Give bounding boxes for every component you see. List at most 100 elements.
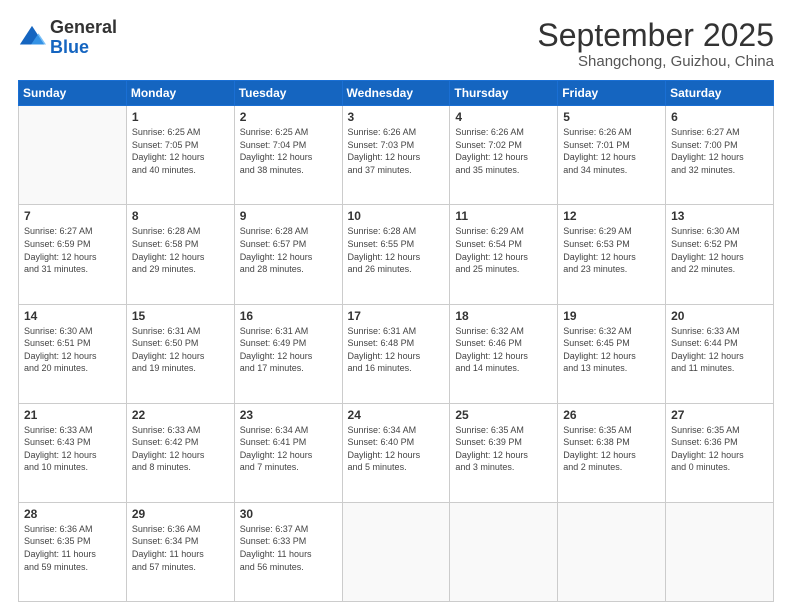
calendar-cell: 8Sunrise: 6:28 AM Sunset: 6:58 PM Daylig…: [126, 205, 234, 304]
day-number: 2: [240, 110, 337, 124]
day-number: 29: [132, 507, 229, 521]
calendar-cell: 29 Sunrise: 6:36 AM Sunset: 6:34 PM Dayli…: [126, 502, 234, 601]
day-info: Sunrise: 6:36 AM Sunset: 6:35 PM Dayligh…: [24, 523, 121, 573]
day-info: Sunrise: 6:31 AM Sunset: 6:48 PM Dayligh…: [348, 325, 445, 375]
day-number: 18: [455, 309, 552, 323]
calendar-cell: 25 Sunrise: 6:35 AM Sunset: 6:39 PM Dayli…: [450, 403, 558, 502]
month-title: September 2025: [537, 18, 774, 53]
calendar-cell: 26Sunrise: 6:35 AM Sunset: 6:38 PM Dayli…: [558, 403, 666, 502]
calendar-header-row: SundayMondayTuesdayWednesdayThursdayFrid…: [19, 81, 774, 106]
day-info: Sunrise: 6:31 AM Sunset: 6:49 PM Dayligh…: [240, 325, 337, 375]
day-info: Sunrise: 6:33 AM Sunset: 6:44 PM Dayligh…: [671, 325, 768, 375]
day-info: Sunrise: 6:28 AM Sunset: 6:55 PM Dayligh…: [348, 225, 445, 275]
weekday-header-friday: Friday: [558, 81, 666, 106]
calendar-cell: 27Sunrise: 6:35 AM Sunset: 6:36 PM Dayli…: [666, 403, 774, 502]
day-number: 7: [24, 209, 121, 223]
calendar-cell: 10 Sunrise: 6:28 AM Sunset: 6:55 PM Dayli…: [342, 205, 450, 304]
day-number: 12: [563, 209, 660, 223]
day-info: Sunrise: 6:32 AM Sunset: 6:45 PM Dayligh…: [563, 325, 660, 375]
calendar-table: SundayMondayTuesdayWednesdayThursdayFrid…: [18, 80, 774, 602]
calendar-cell: 16 Sunrise: 6:31 AM Sunset: 6:49 PM Dayli…: [234, 304, 342, 403]
calendar-cell: 1 Sunrise: 6:25 AM Sunset: 7:05 PM Daylig…: [126, 106, 234, 205]
calendar-cell: 15 Sunrise: 6:31 AM Sunset: 6:50 PM Dayli…: [126, 304, 234, 403]
day-info: Sunrise: 6:26 AM Sunset: 7:01 PM Dayligh…: [563, 126, 660, 176]
calendar-cell: 20Sunrise: 6:33 AM Sunset: 6:44 PM Dayli…: [666, 304, 774, 403]
calendar-cell: 22 Sunrise: 6:33 AM Sunset: 6:42 PM Dayli…: [126, 403, 234, 502]
day-info: Sunrise: 6:36 AM Sunset: 6:34 PM Dayligh…: [132, 523, 229, 573]
calendar-cell: 17 Sunrise: 6:31 AM Sunset: 6:48 PM Dayli…: [342, 304, 450, 403]
day-number: 6: [671, 110, 768, 124]
calendar-cell: [666, 502, 774, 601]
day-info: Sunrise: 6:25 AM Sunset: 7:04 PM Dayligh…: [240, 126, 337, 176]
calendar-cell: 19 Sunrise: 6:32 AM Sunset: 6:45 PM Dayli…: [558, 304, 666, 403]
day-number: 19: [563, 309, 660, 323]
calendar-cell: 24 Sunrise: 6:34 AM Sunset: 6:40 PM Dayli…: [342, 403, 450, 502]
calendar-cell: 30 Sunrise: 6:37 AM Sunset: 6:33 PM Dayli…: [234, 502, 342, 601]
calendar-cell: [450, 502, 558, 601]
day-number: 4: [455, 110, 552, 124]
title-block: September 2025 Shangchong, Guizhou, Chin…: [537, 18, 774, 70]
calendar-cell: 9 Sunrise: 6:28 AM Sunset: 6:57 PM Daylig…: [234, 205, 342, 304]
day-info: Sunrise: 6:27 AM Sunset: 6:59 PM Dayligh…: [24, 225, 121, 275]
logo-icon: [18, 24, 46, 52]
day-number: 3: [348, 110, 445, 124]
weekday-header-thursday: Thursday: [450, 81, 558, 106]
day-number: 26: [563, 408, 660, 422]
calendar-cell: 12Sunrise: 6:29 AM Sunset: 6:53 PM Dayli…: [558, 205, 666, 304]
day-info: Sunrise: 6:34 AM Sunset: 6:41 PM Dayligh…: [240, 424, 337, 474]
day-info: Sunrise: 6:33 AM Sunset: 6:42 PM Dayligh…: [132, 424, 229, 474]
day-number: 24: [348, 408, 445, 422]
day-info: Sunrise: 6:28 AM Sunset: 6:57 PM Dayligh…: [240, 225, 337, 275]
day-info: Sunrise: 6:30 AM Sunset: 6:51 PM Dayligh…: [24, 325, 121, 375]
day-info: Sunrise: 6:33 AM Sunset: 6:43 PM Dayligh…: [24, 424, 121, 474]
day-info: Sunrise: 6:30 AM Sunset: 6:52 PM Dayligh…: [671, 225, 768, 275]
day-number: 1: [132, 110, 229, 124]
page: General Blue September 2025 Shangchong, …: [0, 0, 792, 612]
calendar-cell: [558, 502, 666, 601]
day-number: 25: [455, 408, 552, 422]
day-info: Sunrise: 6:32 AM Sunset: 6:46 PM Dayligh…: [455, 325, 552, 375]
day-info: Sunrise: 6:34 AM Sunset: 6:40 PM Dayligh…: [348, 424, 445, 474]
day-number: 10: [348, 209, 445, 223]
day-info: Sunrise: 6:35 AM Sunset: 6:39 PM Dayligh…: [455, 424, 552, 474]
calendar-week-row: 28 Sunrise: 6:36 AM Sunset: 6:35 PM Dayli…: [19, 502, 774, 601]
calendar-cell: 3 Sunrise: 6:26 AM Sunset: 7:03 PM Daylig…: [342, 106, 450, 205]
day-number: 9: [240, 209, 337, 223]
day-info: Sunrise: 6:27 AM Sunset: 7:00 PM Dayligh…: [671, 126, 768, 176]
weekday-header-sunday: Sunday: [19, 81, 127, 106]
calendar-cell: 14 Sunrise: 6:30 AM Sunset: 6:51 PM Dayli…: [19, 304, 127, 403]
calendar-cell: 18 Sunrise: 6:32 AM Sunset: 6:46 PM Dayli…: [450, 304, 558, 403]
calendar-cell: 28 Sunrise: 6:36 AM Sunset: 6:35 PM Dayli…: [19, 502, 127, 601]
day-number: 17: [348, 309, 445, 323]
day-number: 28: [24, 507, 121, 521]
weekday-header-tuesday: Tuesday: [234, 81, 342, 106]
subtitle: Shangchong, Guizhou, China: [537, 53, 774, 70]
calendar-cell: 13Sunrise: 6:30 AM Sunset: 6:52 PM Dayli…: [666, 205, 774, 304]
day-info: Sunrise: 6:29 AM Sunset: 6:54 PM Dayligh…: [455, 225, 552, 275]
weekday-header-saturday: Saturday: [666, 81, 774, 106]
day-info: Sunrise: 6:35 AM Sunset: 6:36 PM Dayligh…: [671, 424, 768, 474]
day-number: 22: [132, 408, 229, 422]
logo-general: General: [50, 18, 117, 38]
day-number: 15: [132, 309, 229, 323]
day-number: 5: [563, 110, 660, 124]
calendar-cell: 21Sunrise: 6:33 AM Sunset: 6:43 PM Dayli…: [19, 403, 127, 502]
day-number: 30: [240, 507, 337, 521]
calendar-cell: 5 Sunrise: 6:26 AM Sunset: 7:01 PM Daylig…: [558, 106, 666, 205]
day-info: Sunrise: 6:28 AM Sunset: 6:58 PM Dayligh…: [132, 225, 229, 275]
day-number: 16: [240, 309, 337, 323]
day-info: Sunrise: 6:26 AM Sunset: 7:03 PM Dayligh…: [348, 126, 445, 176]
day-info: Sunrise: 6:26 AM Sunset: 7:02 PM Dayligh…: [455, 126, 552, 176]
calendar-cell: 6 Sunrise: 6:27 AM Sunset: 7:00 PM Daylig…: [666, 106, 774, 205]
day-info: Sunrise: 6:31 AM Sunset: 6:50 PM Dayligh…: [132, 325, 229, 375]
day-number: 14: [24, 309, 121, 323]
calendar-cell: 2 Sunrise: 6:25 AM Sunset: 7:04 PM Daylig…: [234, 106, 342, 205]
calendar-cell: 11Sunrise: 6:29 AM Sunset: 6:54 PM Dayli…: [450, 205, 558, 304]
calendar-week-row: 14 Sunrise: 6:30 AM Sunset: 6:51 PM Dayli…: [19, 304, 774, 403]
calendar-week-row: 1 Sunrise: 6:25 AM Sunset: 7:05 PM Daylig…: [19, 106, 774, 205]
day-info: Sunrise: 6:25 AM Sunset: 7:05 PM Dayligh…: [132, 126, 229, 176]
calendar-week-row: 7 Sunrise: 6:27 AM Sunset: 6:59 PM Daylig…: [19, 205, 774, 304]
calendar-cell: 4 Sunrise: 6:26 AM Sunset: 7:02 PM Daylig…: [450, 106, 558, 205]
day-info: Sunrise: 6:37 AM Sunset: 6:33 PM Dayligh…: [240, 523, 337, 573]
calendar-cell: [342, 502, 450, 601]
